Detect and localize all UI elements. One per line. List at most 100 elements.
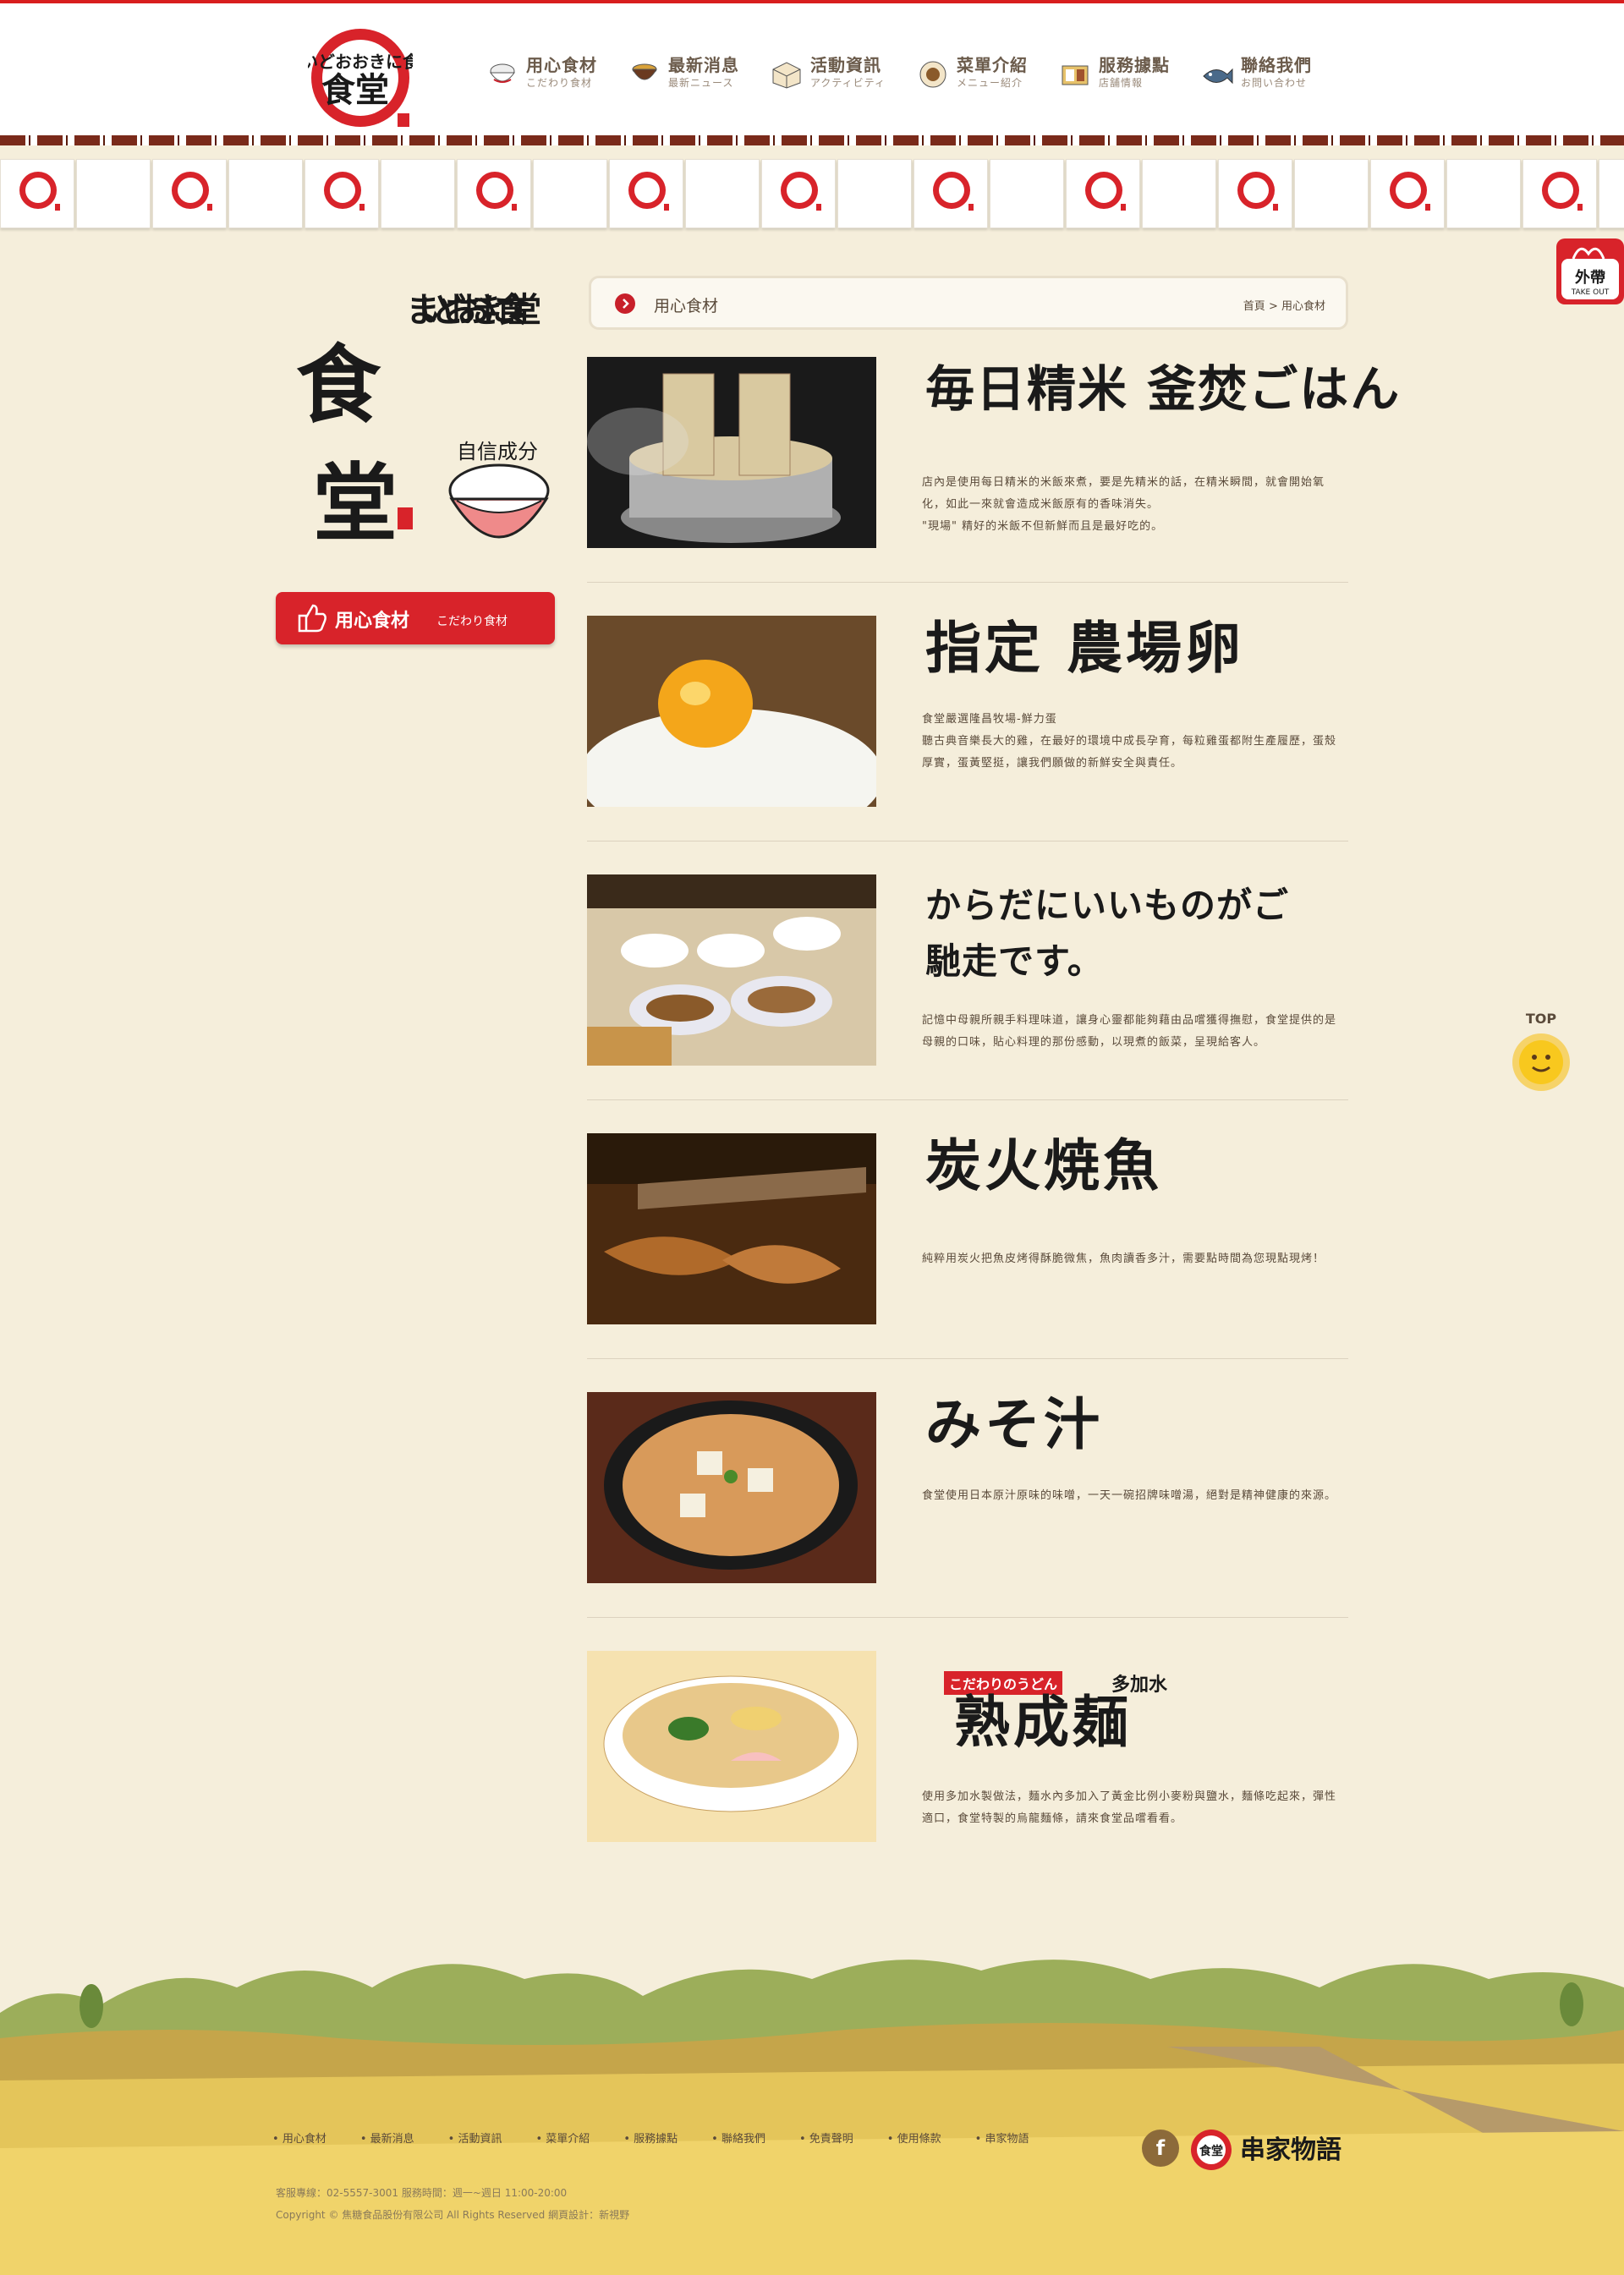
takeout-sub: TAKE OUT bbox=[1571, 288, 1610, 297]
nav-label: 聯絡我們 bbox=[1240, 55, 1312, 75]
noren-flag bbox=[1370, 159, 1445, 228]
divider bbox=[587, 582, 1348, 583]
noren-flag bbox=[76, 159, 151, 228]
fish-icon bbox=[1203, 68, 1233, 85]
nav-sub: メニュー紹介 bbox=[956, 77, 1023, 89]
noren-flag bbox=[837, 159, 912, 228]
breadcrumb: 首頁 > 用心食材 bbox=[1243, 297, 1325, 313]
footer-hotline: 客服專線：02-5557-3001 服務時間：週一~週日 11:00-20:00 bbox=[276, 2187, 568, 2199]
bento-icon bbox=[1062, 65, 1089, 85]
noren-logo-icon bbox=[1085, 172, 1126, 211]
sidebar-tab-sub: こだわり食材 bbox=[436, 615, 508, 628]
footer-link[interactable]: 菜單介紹 bbox=[535, 2130, 590, 2146]
divider bbox=[587, 1358, 1348, 1359]
noren-flag bbox=[990, 159, 1064, 228]
footer-link[interactable]: 服務據點 bbox=[623, 2130, 678, 2146]
item-desc: 店內是使用每日精米的米飯來煮，要是先精米的話，在精米瞬間，就會開始氧化，如此一來… bbox=[922, 476, 1325, 533]
noren-flag bbox=[1142, 159, 1216, 228]
noren-logo-icon bbox=[1237, 172, 1278, 211]
item-desc: 使用多加水製做法，麵水內多加入了黃金比例小麥粉與鹽水，麵條吃起來，彈性適口，食堂… bbox=[922, 1790, 1337, 1825]
nav-sub: お問い合わせ bbox=[1240, 77, 1307, 89]
rice-pot-photo bbox=[587, 357, 876, 548]
footer-link[interactable]: 用心食材 bbox=[272, 2130, 326, 2146]
breadcrumb-current: 用心食材 bbox=[1281, 300, 1325, 313]
svg-text:食: 食 bbox=[296, 335, 381, 435]
udon-photo bbox=[587, 1651, 876, 1842]
footer-link[interactable]: 免責聲明 bbox=[799, 2130, 853, 2146]
facebook-icon[interactable]: f bbox=[1142, 2130, 1179, 2167]
noren-logo-icon bbox=[933, 172, 974, 211]
egg-rice-photo bbox=[587, 616, 876, 807]
sidebar-logo-kana: まいどおおきに食堂 bbox=[406, 290, 541, 330]
rice-box-icon bbox=[772, 62, 801, 89]
nav-item-stores[interactable]: 服務據點 店舗情報 bbox=[1058, 54, 1170, 101]
sidebar-tab-ingredients[interactable]: 用心食材 こだわり食材 bbox=[276, 592, 555, 644]
footer-nav: 用心食材 最新消息 活動資訊 菜單介紹 服務據點 聯絡我們 免責聲明 使用條款 … bbox=[272, 2130, 1062, 2146]
nav-sub: 最新ニュース bbox=[668, 77, 734, 89]
nav-item-contact[interactable]: 聯絡我們お問い合わせ bbox=[1200, 54, 1312, 101]
sidebar-logo: まいどおおきに食堂 食 堂 自信成分 bbox=[296, 290, 550, 553]
field-landscape bbox=[0, 1960, 1624, 2275]
footer-link[interactable]: 聯絡我們 bbox=[711, 2130, 765, 2146]
chevron-right-icon bbox=[615, 293, 635, 314]
ingredient-item-noodles: こだわりのうどん 多加水 熟成麺 使用多加水製做法，麵水內多加入了黃金比例小麥粉… bbox=[587, 1651, 1348, 1842]
main-nav: 用心食材こだわり食材 最新消息最新ニュース 活動資訊 アクティビティ 菜單介紹メニ… bbox=[486, 54, 1342, 101]
footer-link[interactable]: 使用條款 bbox=[887, 2130, 941, 2146]
breadcrumb-separator: > bbox=[1268, 300, 1278, 313]
footer-link[interactable]: 活動資訊 bbox=[448, 2130, 502, 2146]
noren-logo-icon bbox=[324, 172, 365, 211]
logo-kana: まいどおおきに食堂 bbox=[308, 52, 413, 72]
noren-flag bbox=[1066, 159, 1140, 228]
item-desc: 記憶中母親所親手料理味道，讓身心靈都能夠藉由品嚐獲得撫慰，食堂提供的是母親的口味… bbox=[922, 1014, 1337, 1049]
noren-logo-icon bbox=[628, 172, 669, 211]
item-desc: 食堂使用日本原汁原味的味噌，一天一碗招牌味噌湯，絕對是精神健康的來源。 bbox=[922, 1489, 1337, 1502]
back-to-top-button[interactable]: TOP bbox=[1506, 1006, 1575, 1099]
side-dishes-photo bbox=[587, 874, 876, 1066]
footer-link[interactable]: 最新消息 bbox=[360, 2130, 414, 2146]
site-header: まいどおおきに食堂 食堂 用心食材こだわり食材 最新消息最新ニュース 活動資訊ア… bbox=[0, 3, 1624, 135]
nav-sub: アクティビティ bbox=[810, 77, 886, 89]
nav-item-menu[interactable]: 菜單介紹メニュー紹介 bbox=[916, 54, 1028, 101]
noren-flag bbox=[761, 159, 836, 228]
curtain-rod bbox=[0, 135, 1624, 145]
nav-sub: 店舗情報 bbox=[1098, 77, 1143, 89]
ingredient-item-grilled-fish: 炭火焼魚 純粹用炭火把魚皮烤得酥脆微焦，魚肉讀香多汁，需要點時間為您現點現烤！ bbox=[587, 1133, 1348, 1324]
noren-logo-icon bbox=[19, 172, 60, 211]
ingredient-item-miso-soup: みそ汁 食堂使用日本原汁原味的味噌，一天一碗招牌味噌湯，絕對是精神健康的來源。 bbox=[587, 1392, 1348, 1583]
thumbs-up-icon bbox=[298, 604, 326, 633]
item-title: 指定 農場卵 bbox=[925, 615, 1244, 681]
nav-item-news[interactable]: 最新消息最新ニュース bbox=[628, 54, 739, 101]
rice-bowl-icon bbox=[490, 63, 515, 83]
item-title: からだにいいものがご馳走です。 bbox=[925, 885, 1290, 982]
footer-link[interactable]: 串家物語 bbox=[975, 2130, 1029, 2146]
nav-item-ingredients[interactable]: 用心食材こだわり食材 bbox=[486, 54, 597, 101]
noren-logo-icon bbox=[172, 172, 212, 211]
dish-icon bbox=[919, 61, 946, 88]
sun-icon bbox=[1512, 1033, 1570, 1091]
nav-sub: こだわり食材 bbox=[526, 77, 593, 89]
nav-label: 菜單介紹 bbox=[956, 55, 1028, 75]
noren-flag bbox=[1446, 159, 1521, 228]
grilled-fish-photo bbox=[587, 1133, 876, 1324]
noren-flag bbox=[152, 159, 227, 228]
noren-flag bbox=[457, 159, 531, 228]
noren-flag bbox=[1522, 159, 1597, 228]
nav-item-activity[interactable]: 活動資訊 アクティビティ bbox=[770, 54, 886, 101]
noren-flag bbox=[0, 159, 74, 228]
footer-brand-logo[interactable]: 食堂 串家物語 bbox=[1189, 2126, 1353, 2175]
divider bbox=[587, 1099, 1348, 1100]
takeout-button[interactable]: 外帶 TAKE OUT bbox=[1555, 237, 1624, 306]
nav-label: 最新消息 bbox=[668, 55, 739, 75]
noren-flag bbox=[381, 159, 455, 228]
nav-label: 用心食材 bbox=[526, 55, 597, 75]
svg-text:堂: 堂 bbox=[313, 453, 398, 553]
noren-flag bbox=[685, 159, 760, 228]
soup-bowl-icon bbox=[632, 63, 657, 80]
site-logo[interactable]: まいどおおきに食堂 食堂 bbox=[308, 17, 413, 132]
item-title: 毎日精米 釜焚ごはん bbox=[925, 360, 1402, 418]
nav-label: 服務據點 bbox=[1098, 55, 1170, 75]
ingredient-item-rice: 毎日精米 釜焚ごはん 店內是使用每日精米的米飯來煮，要是先精米的話，在精米瞬間，… bbox=[587, 357, 1399, 548]
svg-text:食堂: 食堂 bbox=[1199, 2144, 1223, 2158]
breadcrumb-home-link[interactable]: 首頁 bbox=[1243, 300, 1265, 313]
item-title: 熟成麺 bbox=[954, 1689, 1132, 1755]
